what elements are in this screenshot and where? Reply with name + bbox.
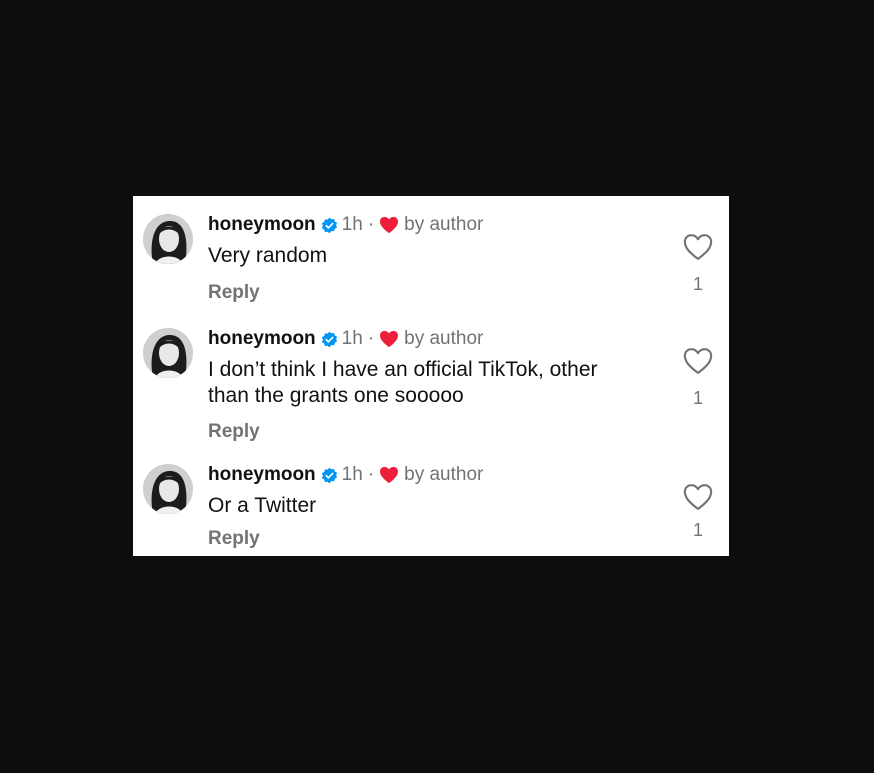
username[interactable]: honeymoon bbox=[208, 328, 316, 350]
separator: · bbox=[367, 328, 375, 349]
comment-text: Or a Twitter bbox=[208, 494, 317, 517]
timestamp: 1h bbox=[341, 464, 363, 485]
reply-button[interactable]: Reply bbox=[208, 421, 260, 443]
avatar[interactable] bbox=[143, 464, 193, 514]
verified-badge-icon bbox=[321, 467, 338, 484]
like-count: 1 bbox=[692, 388, 703, 408]
verified-badge-icon bbox=[321, 217, 338, 234]
liked-by-author-label: by author bbox=[404, 464, 484, 485]
heart-outline-icon[interactable] bbox=[683, 233, 713, 261]
verified-badge-icon bbox=[321, 331, 338, 348]
timestamp: 1h bbox=[341, 214, 363, 235]
avatar[interactable] bbox=[143, 214, 193, 264]
liked-by-author-label: by author bbox=[404, 214, 484, 235]
comment-header: honeymoon 1h · by author bbox=[208, 462, 483, 488]
comment-item: honeymoon 1h · by author Or a Twitter Re… bbox=[133, 446, 729, 556]
comment-header: honeymoon 1h · by author bbox=[208, 326, 483, 352]
heart-outline-icon[interactable] bbox=[683, 347, 713, 375]
separator: · bbox=[367, 214, 375, 235]
comment-item: honeymoon 1h · by author Very random Rep… bbox=[133, 196, 729, 311]
reply-button[interactable]: Reply bbox=[208, 282, 260, 304]
like-count: 1 bbox=[692, 274, 703, 294]
username[interactable]: honeymoon bbox=[208, 214, 316, 236]
timestamp: 1h bbox=[341, 328, 363, 349]
comment-text-line-1: I don’t think I have an official TikTok,… bbox=[208, 358, 598, 381]
comment-text-line-2: than the grants one sooooo bbox=[208, 384, 464, 407]
comment-text: Very random bbox=[208, 244, 328, 267]
like-count: 1 bbox=[692, 520, 703, 540]
username[interactable]: honeymoon bbox=[208, 464, 316, 486]
reply-button[interactable]: Reply bbox=[208, 528, 260, 550]
separator: · bbox=[367, 464, 375, 485]
comment-header: honeymoon 1h · by author bbox=[208, 212, 483, 238]
avatar[interactable] bbox=[143, 328, 193, 378]
comment-item: honeymoon 1h · by author I don’t think I… bbox=[133, 310, 729, 450]
red-heart-icon bbox=[379, 330, 399, 348]
comments-panel: honeymoon 1h · by author Very random Rep… bbox=[133, 196, 729, 556]
heart-outline-icon[interactable] bbox=[683, 483, 713, 511]
red-heart-icon bbox=[379, 466, 399, 484]
red-heart-icon bbox=[379, 216, 399, 234]
liked-by-author-label: by author bbox=[404, 328, 484, 349]
